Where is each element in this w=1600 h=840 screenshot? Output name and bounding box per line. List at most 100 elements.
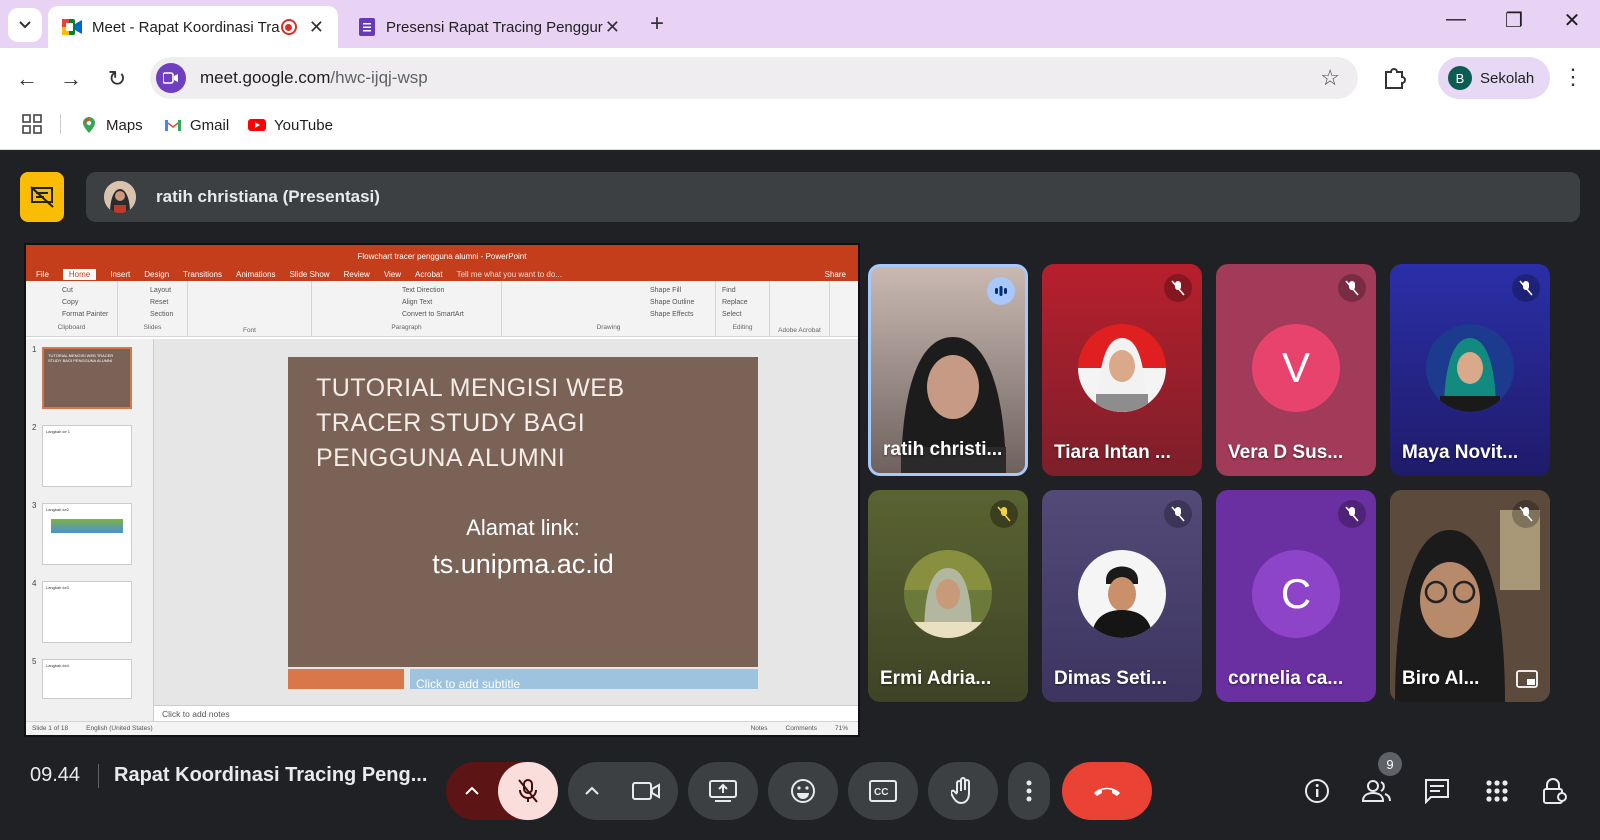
participant-tile[interactable]: Biro Al... (1390, 490, 1550, 702)
chat-button[interactable] (1418, 772, 1456, 810)
bookmark-star-icon[interactable]: ☆ (1320, 65, 1340, 91)
url-text: meet.google.com/hwc-ijqj-wsp (200, 68, 428, 87)
participant-avatar (1426, 324, 1514, 412)
tab-meet[interactable]: Meet - Rapat Koordinasi Tra ✕ (48, 6, 338, 48)
maps-icon (83, 117, 95, 133)
meeting-clock: 09.44 (30, 764, 81, 786)
participant-tile[interactable]: ratih christi... (868, 264, 1028, 476)
participant-initial: V (1252, 324, 1340, 412)
presenter-banner: ratih christiana (Presentasi) (86, 172, 1580, 222)
participant-name: Vera D Sus... (1228, 442, 1344, 463)
tab-title: Meet - Rapat Koordinasi Tra (92, 18, 280, 36)
bookmark-gmail[interactable]: Gmail (164, 116, 229, 134)
address-bar[interactable]: meet.google.com/hwc-ijqj-wsp ☆ (150, 57, 1358, 99)
chevron-up-icon (465, 786, 479, 795)
participant-tile[interactable]: V Vera D Sus... (1216, 264, 1376, 476)
presenter-name: ratih christiana (Presentasi) (156, 187, 380, 206)
close-window-icon[interactable]: ✕ (1552, 8, 1592, 33)
tab-presensi[interactable]: Presensi Rapat Tracing Penggur ✕ (344, 6, 634, 48)
profile-button[interactable]: B Sekolah (1438, 57, 1550, 99)
emoji-icon (791, 779, 815, 803)
gmail-icon (165, 120, 181, 131)
apps-grid-icon[interactable] (22, 114, 42, 134)
thumbnail[interactable]: Langkah ke3 (42, 581, 132, 643)
restore-icon[interactable]: ❐ (1494, 8, 1534, 33)
divider (98, 764, 99, 788)
more-vert-icon (1026, 780, 1032, 802)
profile-name: Sekolah (1480, 69, 1535, 87)
meeting-details-button[interactable] (1298, 772, 1336, 810)
mic-off-icon (1338, 274, 1366, 302)
lock-person-icon (1543, 778, 1567, 804)
current-slide: TUTORIAL MENGISI WEB TRACER STUDY BAGI P… (288, 357, 758, 667)
thumbnail[interactable]: TUTORIAL MENGISI WEB TRACER STUDY BAGI P… (42, 347, 132, 409)
thumbnail[interactable]: Langkah ke2 (42, 503, 132, 565)
browser-menu-icon[interactable]: ⋮ (1562, 64, 1584, 90)
close-tab-icon[interactable]: ✕ (309, 17, 324, 38)
slide-line-1: Alamat link: (466, 515, 580, 540)
slide-heading: TUTORIAL MENGISI WEB TRACER STUDY BAGI P… (316, 374, 625, 472)
people-icon (1362, 780, 1391, 802)
new-tab-button[interactable]: + (650, 10, 664, 38)
back-icon[interactable]: ← (10, 62, 44, 96)
meet-favicon-icon (62, 19, 82, 35)
chevron-up-icon (585, 786, 599, 795)
mic-off-icon (1164, 500, 1192, 528)
close-tab-icon[interactable]: ✕ (605, 17, 620, 38)
captions-button[interactable]: CC (848, 762, 918, 820)
ppt-ribbon: Cut Copy Format Painter Clipboard Layout Res… (26, 281, 858, 337)
more-options-button[interactable] (1008, 762, 1050, 820)
activities-button[interactable] (1478, 772, 1516, 810)
presentation-off-icon (30, 186, 54, 208)
mic-off-icon (1164, 274, 1192, 302)
thumbnail[interactable]: Langkah ke 1 (42, 425, 132, 487)
hand-icon (951, 777, 970, 805)
recording-icon (280, 19, 297, 35)
participant-count-badge: 9 (1378, 752, 1402, 776)
forward-icon[interactable]: → (54, 62, 88, 96)
picture-in-picture-icon[interactable] (1516, 670, 1538, 688)
reactions-button[interactable] (768, 762, 838, 820)
raise-hand-button[interactable] (928, 762, 998, 820)
mic-off-icon (1512, 500, 1540, 528)
host-controls-button[interactable] (1536, 772, 1574, 810)
thumbnail[interactable]: Langkah ke4 (42, 659, 132, 699)
tab-search-button[interactable] (8, 8, 42, 42)
bookmark-youtube[interactable]: YouTube (248, 116, 333, 134)
participant-tile[interactable]: Ermi Adria... (868, 490, 1028, 702)
site-info-icon[interactable] (156, 63, 186, 93)
present-button[interactable] (688, 762, 758, 820)
mic-toggle-button[interactable] (498, 762, 558, 820)
subtitle-placeholder: Click to add subtitle (288, 669, 758, 689)
meeting-title: Rapat Koordinasi Tracing Peng... (114, 764, 428, 786)
bookmark-maps[interactable]: Maps (80, 116, 143, 134)
youtube-icon (248, 119, 266, 131)
minimize-icon[interactable]: — (1436, 8, 1476, 31)
tab-title: Presensi Rapat Tracing Penggur (386, 18, 603, 36)
captions-icon: CC (869, 780, 897, 802)
present-screen-icon (709, 780, 737, 802)
ppt-title-bar: Flowchart tracer pengguna alumni - Power… (26, 245, 858, 267)
camera-settings-button[interactable] (568, 762, 678, 820)
participant-tile[interactable]: Tiara Intan ... (1042, 264, 1202, 476)
participant-initial: C (1252, 550, 1340, 638)
hang-up-icon (1094, 787, 1120, 796)
svg-text:CC: CC (874, 787, 888, 798)
participant-tile[interactable]: C cornelia ca... (1216, 490, 1376, 702)
bookmarks-bar (0, 106, 1600, 150)
mic-off-icon (1512, 274, 1540, 302)
people-button[interactable] (1358, 772, 1396, 810)
mic-off-icon (1338, 500, 1366, 528)
participant-tile[interactable]: Dimas Seti... (1042, 490, 1202, 702)
extensions-icon[interactable] (1378, 62, 1410, 94)
reload-icon[interactable]: ↻ (100, 62, 134, 96)
chat-icon (1425, 779, 1449, 804)
participant-avatar (1078, 550, 1166, 638)
leave-call-button[interactable] (1062, 762, 1152, 820)
forms-favicon-icon (359, 18, 375, 36)
notes-pane: Click to add notes (154, 705, 858, 721)
stop-presenting-button[interactable] (20, 172, 64, 222)
participant-tile[interactable]: Maya Novit... (1390, 264, 1550, 476)
participant-avatar (1078, 324, 1166, 412)
participant-name: cornelia ca... (1228, 668, 1344, 689)
